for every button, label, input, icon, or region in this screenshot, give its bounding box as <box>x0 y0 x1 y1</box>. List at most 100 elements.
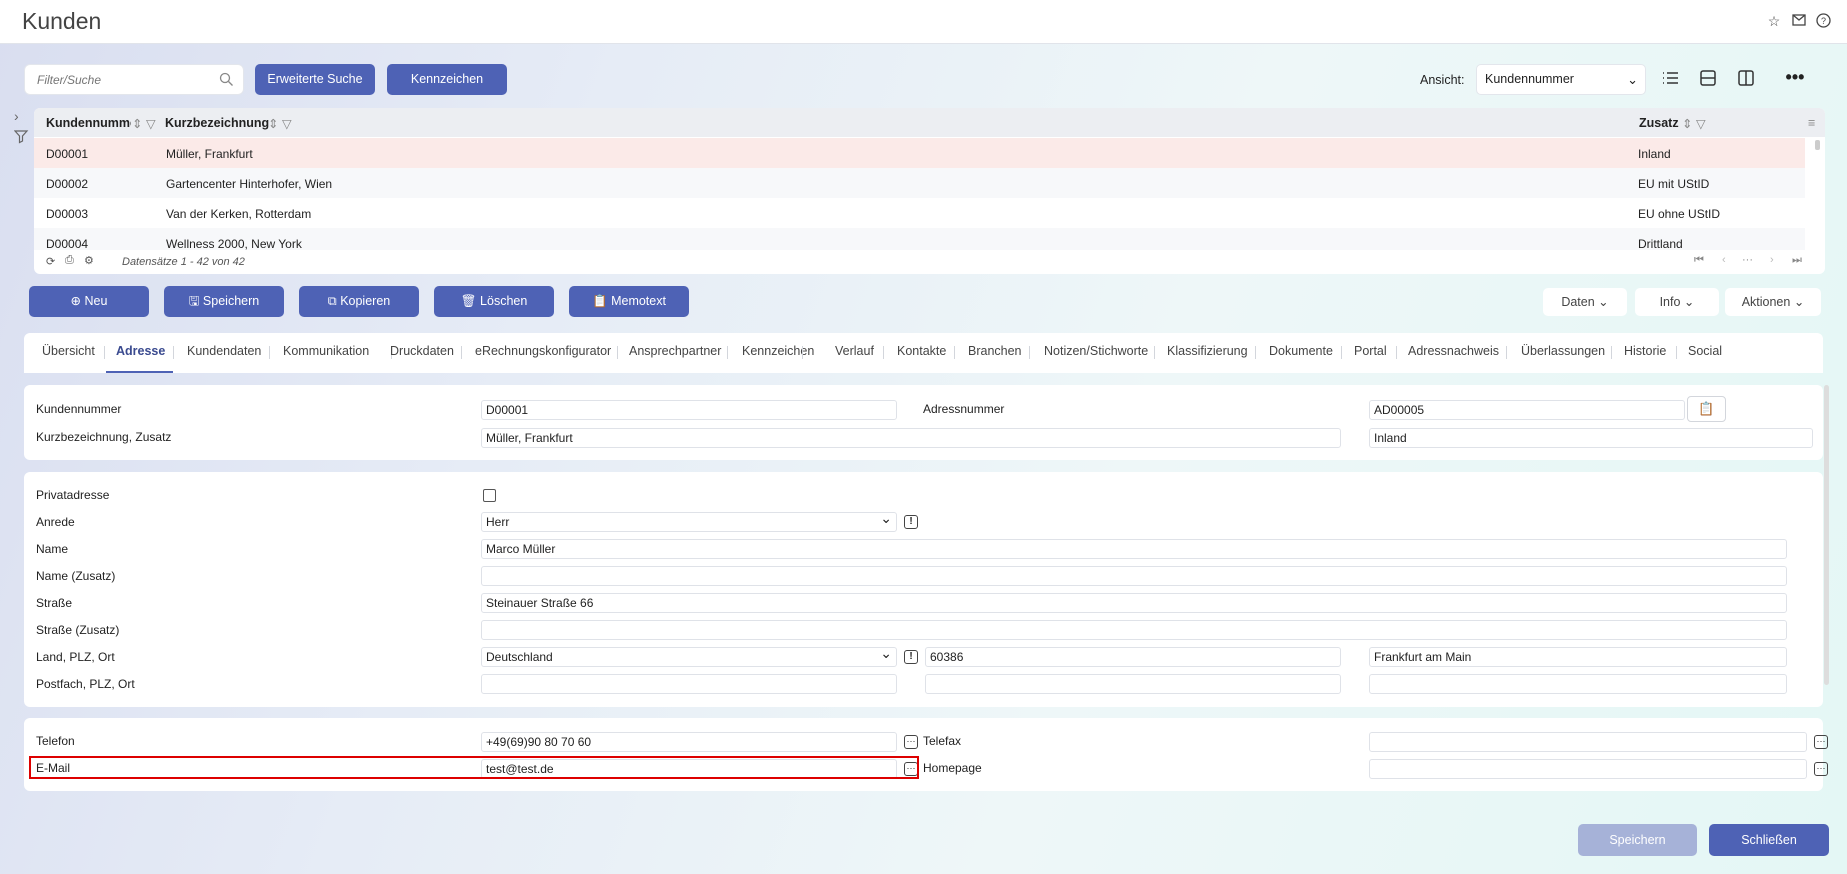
tab-item[interactable]: Klassifizierung <box>1167 344 1248 358</box>
print-icon[interactable]: ⎙ <box>65 254 74 267</box>
tab-item[interactable]: eRechnungskonfigurator <box>475 344 611 358</box>
strasse-label: Straße <box>36 596 73 610</box>
sort-icon[interactable]: ⇕ ▽ <box>1682 116 1706 131</box>
telefax-field[interactable] <box>1369 732 1807 752</box>
actions-menu-button[interactable]: Aktionen ⌄ <box>1725 288 1821 316</box>
land-select[interactable]: Deutschland <box>481 644 897 667</box>
clipboard-icon[interactable]: 📋 <box>1687 396 1726 422</box>
alert-icon[interactable]: ! <box>904 515 918 529</box>
postfach-ort-field[interactable] <box>1369 674 1787 694</box>
name-zusatz-field[interactable] <box>481 566 1787 586</box>
more-icon[interactable]: ··· <box>904 735 918 749</box>
tab-item[interactable]: Notizen/Stichworte <box>1044 344 1148 358</box>
list-view-icon[interactable] <box>1660 68 1684 92</box>
tab-item[interactable]: Überlassungen <box>1521 344 1605 358</box>
privatadresse-checkbox[interactable] <box>483 489 496 502</box>
column-menu-icon[interactable]: ≡ <box>1808 116 1815 130</box>
refresh-icon[interactable]: ⟳ <box>46 255 55 268</box>
cell-nr: D00004 <box>46 237 89 250</box>
info-menu-button[interactable]: Info ⌄ <box>1635 288 1719 316</box>
strasse-zusatz-label: Straße (Zusatz) <box>36 623 120 637</box>
kennzeichen-button[interactable]: Kennzeichen <box>387 64 507 95</box>
tab-item[interactable]: Kontakte <box>897 344 946 358</box>
plus-circle-icon: ⊕ <box>70 294 82 308</box>
copy-button[interactable]: ⧉ Kopieren <box>299 286 419 317</box>
next-page-icon[interactable]: › <box>1770 254 1774 266</box>
filter-clear-icon[interactable] <box>13 130 30 147</box>
more-icon[interactable]: ··· <box>1814 762 1828 776</box>
more-icon[interactable]: ••• <box>1783 68 1807 92</box>
postfach-field[interactable] <box>481 674 897 694</box>
help-icon[interactable]: ? <box>1815 13 1831 29</box>
cell-name: Van der Kerken, Rotterdam <box>166 207 312 221</box>
zusatz-field[interactable]: Inland <box>1369 428 1813 448</box>
delete-button[interactable]: 🗑 Löschen <box>434 286 554 317</box>
tab-item[interactable]: Adressnachweis <box>1408 344 1499 358</box>
save-button[interactable]: 🖫 Speichern <box>164 286 284 317</box>
memotext-button-label: Memotext <box>611 294 666 308</box>
homepage-field[interactable] <box>1369 759 1807 779</box>
search-input[interactable] <box>25 65 205 94</box>
tab-item[interactable]: Druckdaten <box>390 344 454 358</box>
scrollbar[interactable] <box>1824 385 1829 685</box>
sort-icon[interactable]: ⇕ ▽ <box>132 116 156 131</box>
data-menu-button[interactable]: Daten ⌄ <box>1543 288 1627 316</box>
tab-item[interactable]: Social <box>1688 344 1722 358</box>
tab-item[interactable]: Übersicht <box>42 344 95 358</box>
split-horizontal-icon[interactable] <box>1698 68 1722 92</box>
prev-page-icon[interactable]: ‹ <box>1722 254 1726 266</box>
tab-item[interactable]: Branchen <box>968 344 1022 358</box>
bottom-save-button[interactable]: Speichern <box>1578 824 1697 856</box>
tab-item[interactable]: Ansprechpartner <box>629 344 721 358</box>
new-button[interactable]: ⊕ Neu <box>29 286 149 317</box>
table-row[interactable]: D00003 Van der Kerken, Rotterdam EU ohne… <box>34 198 1805 228</box>
kundennummer-field[interactable]: D00001 <box>481 400 897 420</box>
mail-icon[interactable] <box>1791 13 1807 29</box>
name-field[interactable]: Marco Müller <box>481 539 1787 559</box>
first-page-icon[interactable]: ⏮ <box>1694 254 1704 267</box>
star-icon[interactable]: ☆ <box>1766 13 1782 29</box>
tab-item[interactable]: Portal <box>1354 344 1387 358</box>
anrede-select[interactable]: Herr <box>481 509 897 532</box>
cell-nr: D00003 <box>46 207 89 221</box>
search-icon[interactable] <box>219 72 235 88</box>
kurzbez-field[interactable]: Müller, Frankfurt <box>481 428 1341 448</box>
ort-field[interactable]: Frankfurt am Main <box>1369 647 1787 667</box>
tab-item[interactable]: Historie <box>1624 344 1666 358</box>
settings-icon[interactable]: ⚙ <box>84 254 94 267</box>
table-row[interactable]: D00004 Wellness 2000, New York Drittland <box>34 228 1805 250</box>
memotext-button[interactable]: 📋 Memotext <box>569 286 689 317</box>
column-header-nr[interactable]: Kundennumme <box>46 116 131 130</box>
strasse-field[interactable]: Steinauer Straße 66 <box>481 593 1787 613</box>
view-select[interactable]: Kundennummer ⌄ <box>1476 64 1646 95</box>
last-page-icon[interactable]: ⏭ <box>1792 254 1802 267</box>
column-header-name[interactable]: Kurzbezeichnung <box>165 116 269 130</box>
more-icon[interactable]: ··· <box>1814 735 1828 749</box>
tab-item[interactable]: Kommunikation <box>283 344 369 358</box>
tab-item[interactable]: Verlauf <box>835 344 874 358</box>
homepage-label: Homepage <box>923 761 982 775</box>
tab-item[interactable]: Dokumente <box>1269 344 1333 358</box>
close-button[interactable]: Schließen <box>1709 824 1829 856</box>
postfach-plz-field[interactable] <box>925 674 1341 694</box>
extended-search-button[interactable]: Erweiterte Suche <box>255 64 375 95</box>
plz-field[interactable]: 60386 <box>925 647 1341 667</box>
page-more-icon[interactable]: ··· <box>1742 254 1753 266</box>
column-header-zusatz[interactable]: Zusatz <box>1639 116 1679 130</box>
search-box[interactable] <box>24 64 244 95</box>
split-vertical-icon[interactable] <box>1736 68 1760 92</box>
alert-icon[interactable]: ! <box>904 650 918 664</box>
table-row[interactable]: D00001 Müller, Frankfurt Inland <box>34 138 1805 168</box>
tab-item[interactable]: Kundendaten <box>187 344 261 358</box>
tab-item[interactable]: Adresse <box>116 344 165 358</box>
strasse-zusatz-field[interactable] <box>481 620 1787 640</box>
tab-item[interactable]: Kennzeichen <box>742 344 814 358</box>
tab-separator <box>461 346 462 359</box>
sort-icon[interactable]: ⇕ ▽ <box>268 116 292 131</box>
adressnummer-field[interactable]: AD00005 <box>1369 400 1685 420</box>
table-row[interactable]: D00002 Gartencenter Hinterhofer, Wien EU… <box>34 168 1805 198</box>
scrollbar[interactable] <box>1815 140 1820 150</box>
land-label: Land, PLZ, Ort <box>36 650 115 664</box>
telefon-field[interactable]: +49(69)90 80 70 60 <box>481 732 897 752</box>
expand-arrow-icon[interactable]: › <box>14 108 19 124</box>
